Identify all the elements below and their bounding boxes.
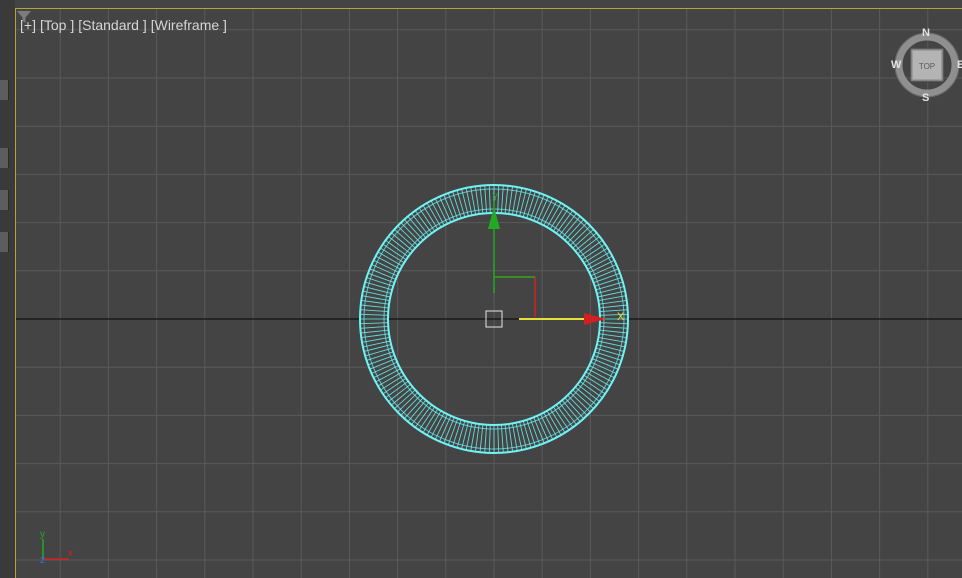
compass-south-label[interactable]: S <box>922 92 929 104</box>
viewport-label-menu: [+] [Top ] [Standard ] [Wireframe ] <box>20 17 231 33</box>
compass-north-label[interactable]: N <box>922 27 930 39</box>
viewport-display-mode-menu[interactable]: [Wireframe ] <box>151 17 227 33</box>
panel-tab[interactable] <box>0 190 9 210</box>
svg-text:X: X <box>617 311 625 323</box>
panel-tab[interactable] <box>0 148 9 168</box>
viewport-shading-menu[interactable]: [Standard ] <box>78 17 147 33</box>
viewport-scene[interactable]: XYyxz <box>16 9 962 578</box>
viewport-point-of-view-menu[interactable]: [Top ] <box>40 17 74 33</box>
compass-west-label[interactable]: W <box>891 59 901 71</box>
viewcube-top-face[interactable]: TOP <box>913 62 941 71</box>
tripod-y-label: y <box>40 529 45 540</box>
tripod-z-label: z <box>40 555 45 566</box>
panel-tab[interactable] <box>0 80 9 100</box>
move-gizmo[interactable]: XY <box>488 192 625 325</box>
compass-east-label[interactable]: E <box>957 59 962 71</box>
top-viewport[interactable]: XYyxz [+] [Top ] [Standard ] [Wireframe ] T… <box>15 8 962 578</box>
viewcube[interactable]: TOP N S W E <box>891 27 962 111</box>
svg-text:Y: Y <box>492 192 499 203</box>
filter-icon[interactable] <box>16 9 32 25</box>
tripod-x-label: x <box>68 548 73 559</box>
panel-tab[interactable] <box>0 232 9 252</box>
left-panel-strip <box>0 0 15 578</box>
application-window: XYyxz [+] [Top ] [Standard ] [Wireframe ] T… <box>0 0 962 578</box>
